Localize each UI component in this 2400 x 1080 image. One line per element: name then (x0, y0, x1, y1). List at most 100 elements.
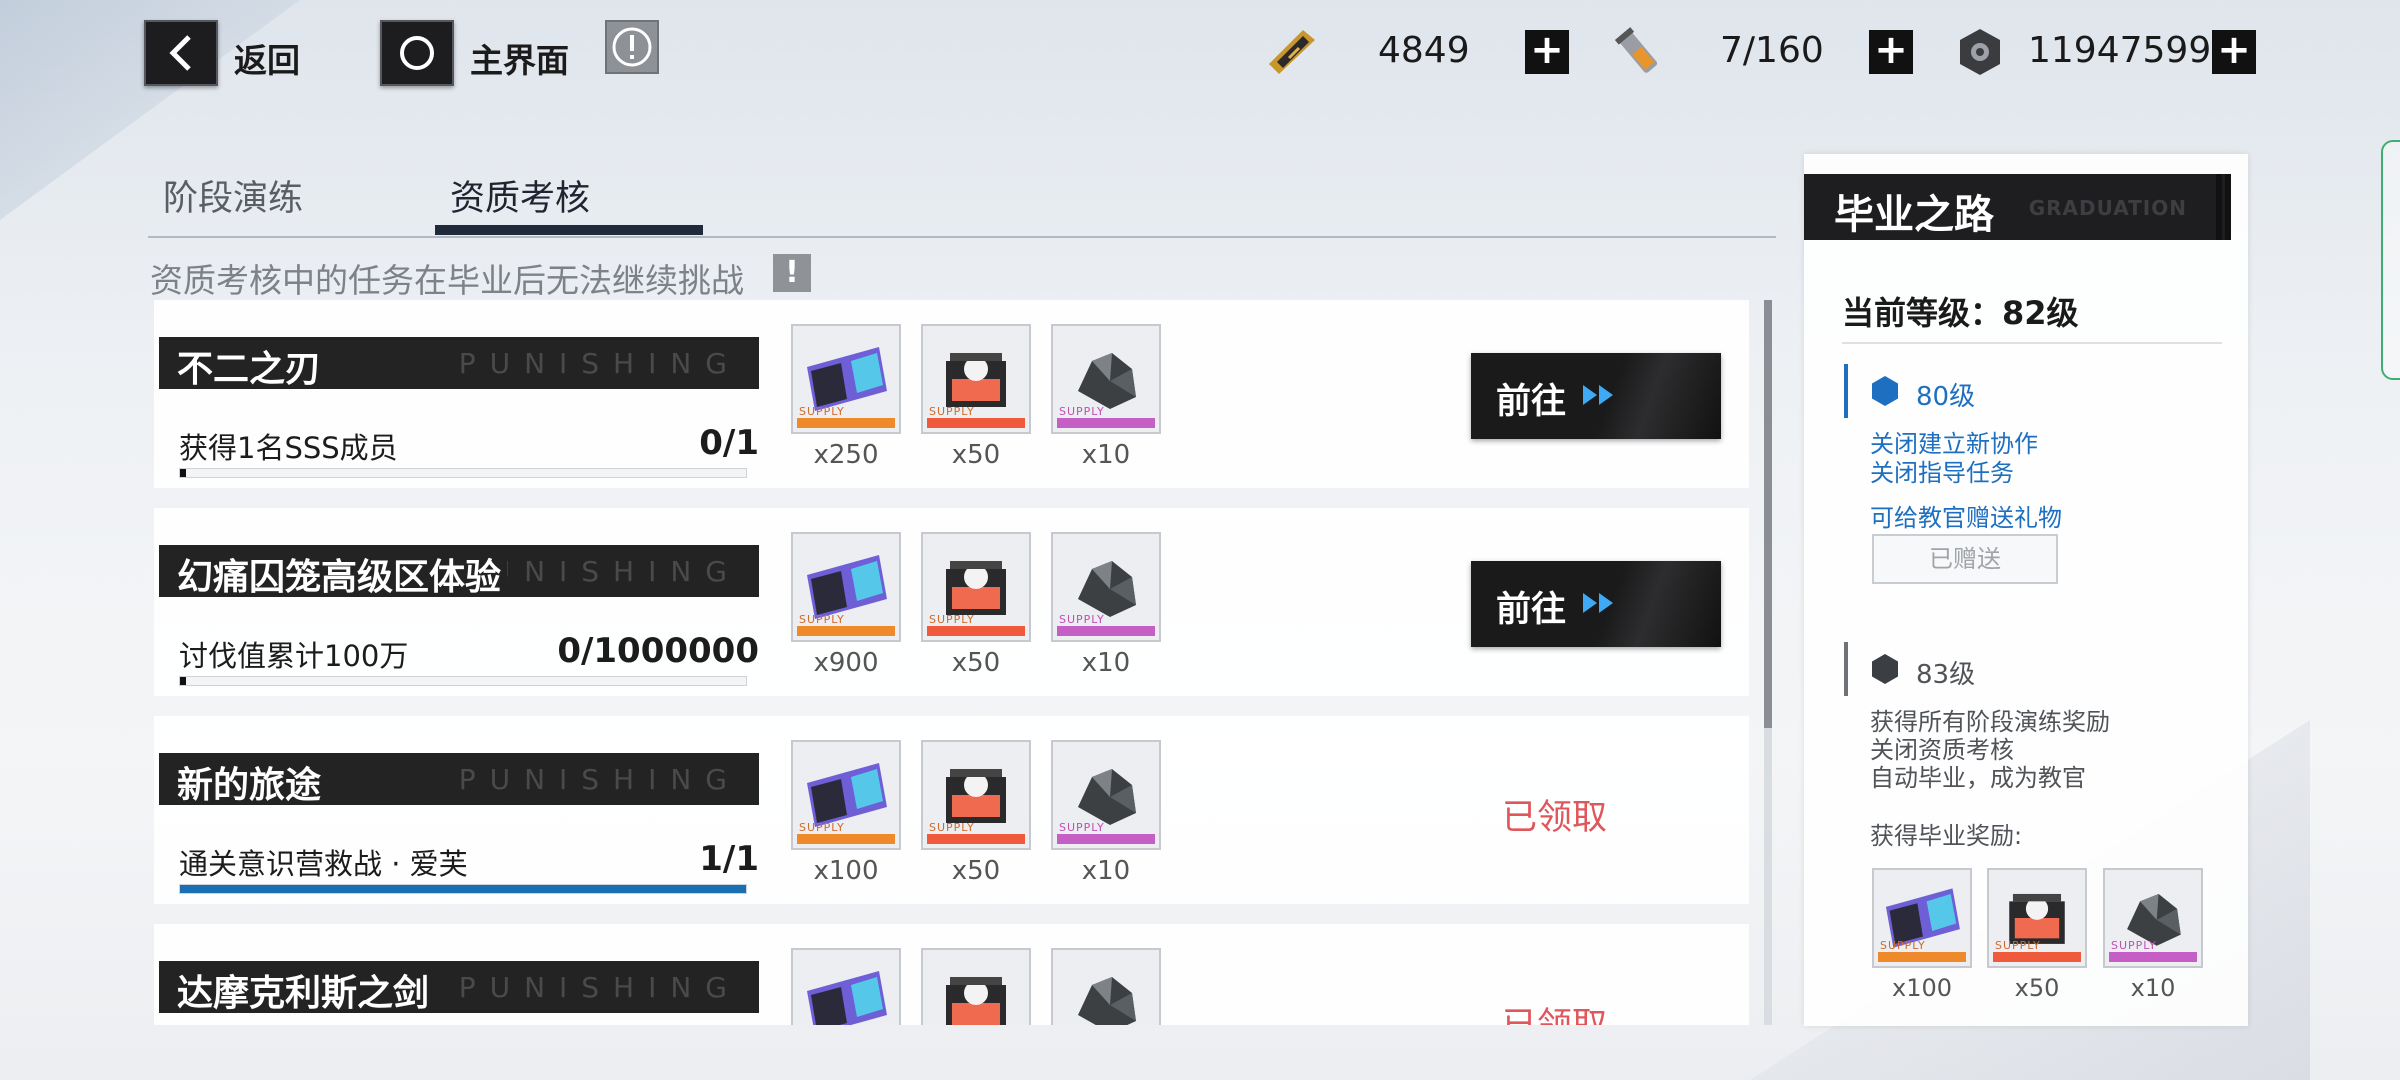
task-watermark: PUNISHING (458, 347, 741, 380)
task-title-bar: PUNISHING 不二之刃 (159, 337, 759, 389)
reward-item[interactable]: SUPPLY x250 (791, 324, 901, 470)
reward-qty: x50 (951, 856, 1001, 886)
reward-item[interactable] (921, 948, 1031, 1025)
add-coin-button[interactable]: + (2212, 30, 2256, 74)
reward-item[interactable]: SUPPLY x50 (1987, 868, 2087, 1002)
task-row: PUNISHING 不二之刃 获得1名SSS成员 0/1 SUPPLY x250… (154, 300, 1749, 488)
gift-sent-button[interactable]: 已赠送 (1872, 534, 2058, 584)
task-list[interactable]: PUNISHING 不二之刃 获得1名SSS成员 0/1 SUPPLY x250… (152, 300, 1752, 1025)
reward-qty: x50 (951, 648, 1001, 678)
task-progress-bar (179, 468, 747, 478)
reward-item[interactable]: SUPPLY x10 (1051, 740, 1161, 886)
chevron-left-icon (169, 35, 191, 71)
tier-level: 83级 (1916, 660, 1976, 690)
reward-item[interactable]: SUPPLY x50 (921, 324, 1031, 470)
reward-item[interactable]: SUPPLY x10 (2103, 868, 2203, 1002)
reward-header: 获得毕业奖励: (1870, 822, 2023, 850)
circle-home-icon (400, 36, 434, 70)
task-progress-fill (180, 677, 186, 685)
back-button[interactable] (144, 20, 218, 86)
back-label[interactable]: 返回 (234, 34, 300, 82)
task-progress: 1/1 (699, 839, 759, 879)
add-serum-button[interactable]: + (1869, 30, 1913, 74)
reward-item[interactable] (791, 948, 901, 1025)
task-title: 新的旅途 (177, 765, 322, 805)
task-progress-fill (180, 469, 186, 477)
reward-item[interactable]: SUPPLY x100 (791, 740, 901, 886)
home-label[interactable]: 主界面 (470, 34, 569, 82)
side-drawer-tab[interactable] (2381, 140, 2400, 380)
reward-qty: x250 (813, 440, 879, 470)
tab-qualification[interactable]: 资质考核 (450, 170, 590, 221)
tier-marker (1844, 364, 1848, 418)
current-level: 当前等级：82级 (1842, 294, 2079, 332)
reward-qty: x900 (813, 648, 879, 678)
notice-info-icon[interactable]: ! (773, 254, 811, 292)
hexagon-level-icon (1872, 654, 1898, 684)
reward-qty: x10 (1081, 440, 1131, 470)
task-progress: 0/1 (699, 423, 759, 463)
task-title-bar: PUNISHING 达摩克利斯之剑 (159, 961, 759, 1013)
panel-header: 毕业之路 GRADUATION (1804, 174, 2231, 240)
scrollbar-thumb[interactable] (1764, 300, 1772, 728)
task-title: 不二之刃 (177, 349, 322, 389)
reward-qty: x10 (1081, 648, 1131, 678)
claimed-status: 已领取 (1502, 798, 1608, 838)
task-title-bar: PUNISHING 幻痛囚笼高级区体验 (159, 545, 759, 597)
reward-item[interactable]: SUPPLY x100 (1872, 868, 1972, 1002)
stamina-value: 4849 (1378, 30, 1470, 71)
task-row: PUNISHING 幻痛囚笼高级区体验 讨伐值累计100万 0/1000000 … (154, 508, 1749, 696)
task-row: PUNISHING 达摩克利斯之剑 已领取 (154, 924, 1749, 1025)
task-row: PUNISHING 新的旅途 通关意识营救战 · 爱芙 1/1 SUPPLY x… (154, 716, 1749, 904)
supply-chip-icon (946, 977, 1006, 1025)
reward-item[interactable]: SUPPLY x10 (1051, 532, 1161, 678)
tier-marker (1844, 642, 1848, 696)
task-title-bar: PUNISHING 新的旅途 (159, 753, 759, 805)
double-arrow-icon (1583, 593, 1613, 613)
tab-stage-drill[interactable]: 阶段演练 (163, 170, 303, 221)
double-arrow-icon (1583, 385, 1613, 405)
cog-coin-icon (1952, 24, 2008, 80)
reward-qty: x10 (1081, 856, 1131, 886)
serum-value: 7/160 (1720, 30, 1824, 71)
supply-ticket-icon (807, 971, 887, 1025)
exclamation-circle-icon (612, 27, 652, 67)
panel-subtitle: GRADUATION (2028, 196, 2187, 220)
stamina-card-icon (1265, 24, 1321, 80)
claimed-status: 已领取 (1502, 997, 1607, 1025)
reward-qty: x10 (2130, 974, 2176, 1002)
coin-value: 11947599 (2028, 30, 2212, 71)
supply-ore-icon (1078, 977, 1136, 1025)
serum-vial-icon (1610, 24, 1666, 80)
add-stamina-button[interactable]: + (1525, 30, 1569, 74)
tier-level: 80级 (1916, 382, 1976, 412)
go-button-label: 前往 (1496, 382, 1567, 422)
task-title: 幻痛囚笼高级区体验 (177, 548, 508, 597)
tier-effect: 自动毕业，成为教官 (1870, 764, 2086, 792)
task-watermark: PUNISHING (458, 971, 741, 1004)
tier-effect: 关闭指导任务 (1870, 459, 2014, 487)
reward-qty: x100 (1891, 974, 1952, 1002)
home-button[interactable] (380, 20, 454, 86)
go-button[interactable]: 前往 (1471, 353, 1721, 439)
notice-text: 资质考核中的任务在毕业后无法继续挑战 (150, 261, 744, 300)
graduation-panel: 毕业之路 GRADUATION 当前等级：82级 80级 关闭建立新协作 关闭指… (1804, 154, 2248, 1026)
tier-gift-text: 可给教官赠送礼物 (1870, 504, 2062, 532)
reward-qty: x100 (813, 856, 879, 886)
reward-item[interactable]: SUPPLY x50 (921, 532, 1031, 678)
go-button[interactable]: 前往 (1471, 561, 1721, 647)
reward-item[interactable]: SUPPLY x50 (921, 740, 1031, 886)
hexagon-level-icon (1872, 376, 1898, 406)
info-button[interactable] (605, 20, 659, 74)
task-progress-bar (179, 676, 747, 686)
task-watermark: PUNISHING (458, 763, 741, 796)
tab-divider (148, 236, 1776, 238)
reward-item[interactable]: SUPPLY x10 (1051, 324, 1161, 470)
task-progress: 0/1000000 (557, 631, 759, 671)
reward-item[interactable] (1051, 948, 1161, 1025)
task-progress-bar (179, 884, 747, 894)
divider (1842, 342, 2222, 344)
reward-item[interactable]: SUPPLY x900 (791, 532, 901, 678)
task-progress-fill (180, 885, 746, 893)
go-button-label: 前往 (1496, 590, 1567, 630)
